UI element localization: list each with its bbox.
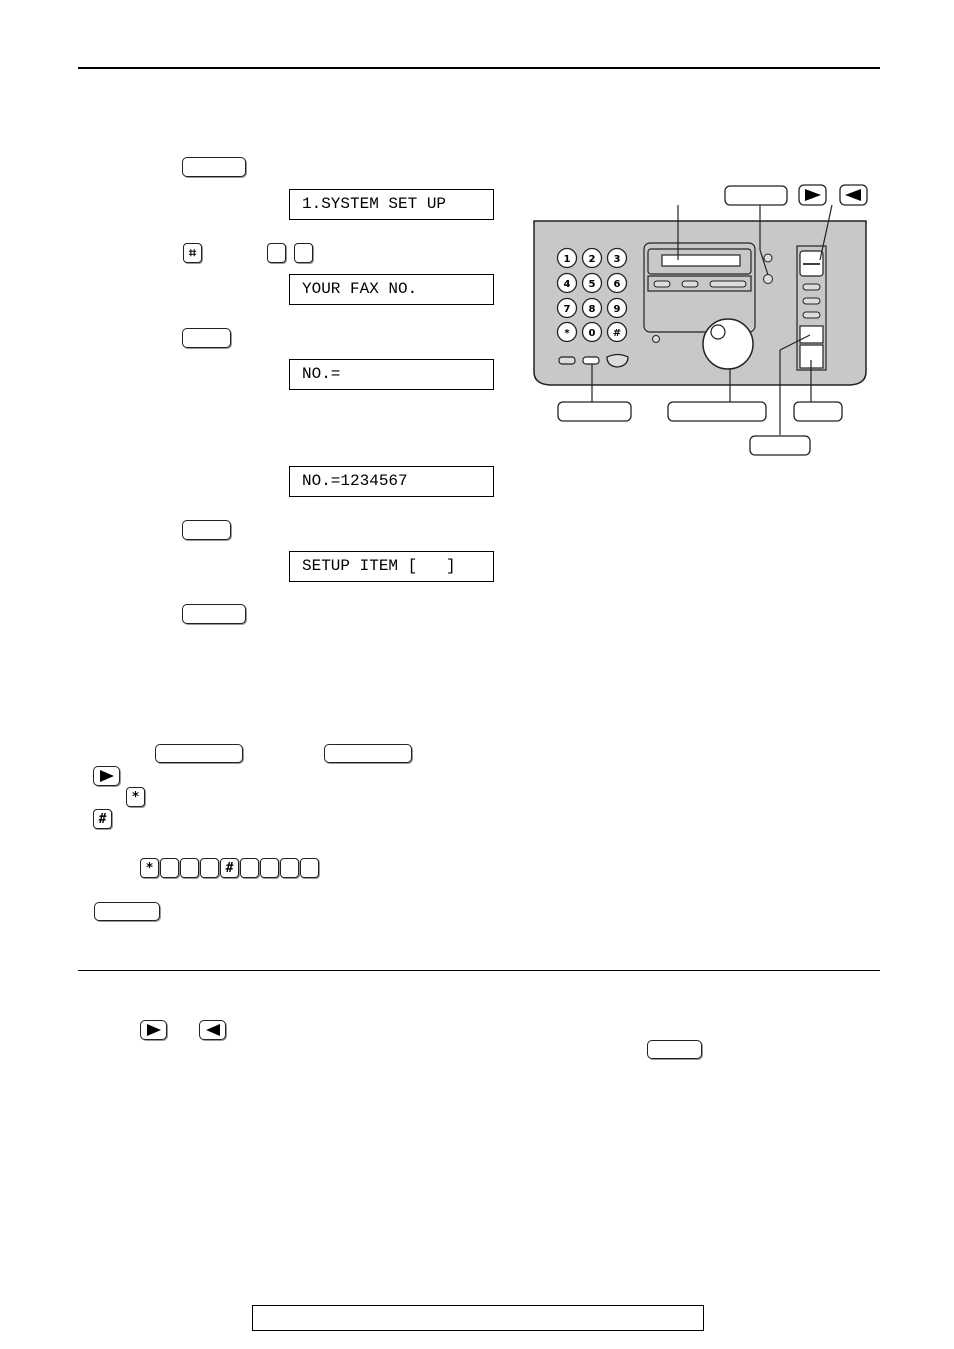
callout-key-bottom-right [793, 401, 843, 422]
svg-text:7: 7 [564, 304, 571, 315]
svg-text:8: 8 [589, 304, 596, 315]
svg-text:5: 5 [589, 279, 596, 290]
seq-key-blank[interactable] [200, 858, 219, 878]
back-key-bottom[interactable] [199, 1020, 226, 1040]
keypad-key-3: 3 [606, 247, 628, 269]
callout-key-bottom-left [557, 401, 632, 422]
menu-key-step1[interactable] [182, 157, 246, 177]
indicator-button [763, 274, 773, 284]
svg-text:9: 9 [614, 304, 621, 315]
play-forward-icon [146, 1024, 161, 1036]
callout-key-bottom-center [667, 401, 767, 422]
svg-text:#: # [613, 328, 621, 339]
right-button-1 [802, 283, 821, 291]
keypad-key-2: 2 [581, 247, 603, 269]
seq-key-hash[interactable]: # [220, 858, 239, 878]
right-upper-large-button [799, 325, 824, 344]
forward-key[interactable] [93, 766, 120, 786]
small-knob [652, 335, 660, 343]
device-button-small-2 [582, 356, 600, 365]
device-button-small-1 [558, 356, 576, 365]
play-forward-icon [99, 770, 114, 782]
lcd-display-no-empty: NO.= [289, 359, 494, 390]
footer-box [252, 1305, 704, 1331]
forward-key-bottom[interactable] [140, 1020, 167, 1040]
keypad-key-5: 5 [581, 272, 603, 294]
hash-icon: ⌗ [188, 245, 197, 261]
seq-key-blank[interactable] [260, 858, 279, 878]
hash-key-note[interactable]: # [93, 809, 112, 829]
asterisk-icon: * [131, 789, 140, 805]
seq-key-blank[interactable] [160, 858, 179, 878]
menu-key-step6[interactable] [182, 604, 246, 624]
seq-key-blank[interactable] [280, 858, 299, 878]
star-key[interactable]: * [126, 787, 145, 807]
display-button-3 [709, 280, 747, 288]
lcd-display-setup-item: SETUP ITEM [ ] [289, 551, 494, 582]
keypad-key-hash: # [606, 321, 628, 343]
device-lcd [661, 254, 741, 267]
svg-text:4: 4 [564, 279, 571, 290]
right-button-3 [802, 311, 821, 319]
display-button-2 [681, 280, 699, 288]
note-menu-key[interactable] [94, 902, 160, 921]
seq-key-blank[interactable] [240, 858, 259, 878]
keypad-key-1: 1 [556, 247, 578, 269]
svg-text:6: 6 [614, 279, 621, 290]
svg-text:1: 1 [564, 254, 571, 265]
set-key-step3[interactable] [182, 328, 231, 348]
lcd-display-your-fax-no: YOUR FAX NO. [289, 274, 494, 305]
digit-key-blank-1[interactable] [267, 243, 286, 263]
play-back-icon [205, 1024, 220, 1036]
seq-key-blank[interactable] [300, 858, 319, 878]
hash-icon: # [98, 811, 107, 827]
keypad-key-7: 7 [556, 297, 578, 319]
svg-text:*: * [564, 328, 570, 339]
jog-dial [702, 318, 754, 370]
keypad-key-0: 0 [581, 321, 603, 343]
asterisk-icon: * [145, 860, 154, 876]
set-key-step5[interactable] [182, 520, 231, 540]
fax-control-panel-diagram: 1 2 3 4 5 6 7 8 9 * 0 # [533, 184, 868, 456]
hash-key[interactable]: ⌗ [183, 243, 202, 263]
indicator-light-1 [763, 253, 773, 263]
lcd-display-no-entered: NO.=1234567 [289, 466, 494, 497]
note-key-1[interactable] [155, 744, 243, 763]
section-divider [78, 970, 880, 971]
seq-key-blank[interactable] [180, 858, 199, 878]
keypad-key-4: 4 [556, 272, 578, 294]
lcd-display-system-setup: 1.SYSTEM SET UP [289, 189, 494, 220]
seq-key-star[interactable]: * [140, 858, 159, 878]
display-button-1 [653, 280, 671, 288]
jog-dial-grip [710, 324, 726, 340]
bottom-right-key[interactable] [647, 1040, 702, 1059]
keypad-key-star: * [556, 321, 578, 343]
right-button-2 [802, 297, 821, 305]
note-key-2[interactable] [324, 744, 412, 763]
device-button-oval [606, 353, 629, 368]
svg-text:2: 2 [589, 254, 596, 265]
svg-text:0: 0 [589, 328, 596, 339]
digit-key-blank-2[interactable] [294, 243, 313, 263]
svg-text:3: 3 [614, 254, 621, 265]
callout-key-top-left [724, 185, 788, 206]
hash-icon: # [225, 860, 234, 876]
header-rule [78, 67, 880, 69]
callout-key-bottom-lower [749, 435, 811, 456]
keypad-key-9: 9 [606, 297, 628, 319]
keypad-key-8: 8 [581, 297, 603, 319]
keypad-key-6: 6 [606, 272, 628, 294]
